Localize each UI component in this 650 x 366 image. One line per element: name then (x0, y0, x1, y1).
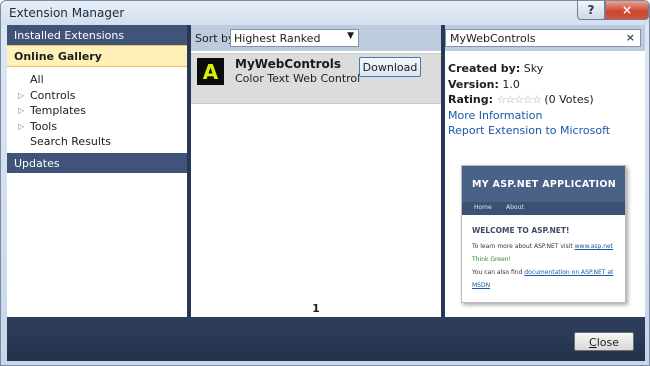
preview-body: WELCOME TO ASP.NET! To learn more about … (472, 224, 622, 292)
more-information-link[interactable]: More Information (448, 108, 642, 124)
nav-item-templates[interactable]: ▷ Templates (7, 103, 187, 119)
sort-bar: Sort by: Highest Ranked ▼ (191, 25, 441, 51)
nav-item-label: Templates (30, 104, 86, 117)
extension-name: MyWebControls (235, 57, 342, 71)
window-close-button[interactable]: × (605, 1, 649, 20)
nav-item-label: Controls (30, 88, 76, 102)
extension-list-pane: Sort by: Highest Ranked ▼ A MyWebControl… (191, 25, 441, 317)
version-row: Version: 1.0 (448, 77, 642, 93)
close-mnemonic: C (589, 336, 597, 349)
title-bar: Extension Manager ? × (1, 1, 649, 25)
extension-description: Color Text Web Control (235, 72, 361, 85)
close-label-rest: lose (596, 336, 619, 349)
preview-line-3: You can also find documentation on ASP.N… (472, 266, 622, 292)
preview-line-3-text: You can also find (472, 269, 523, 276)
search-bar: MyWebControls × (445, 25, 645, 51)
expand-icon[interactable]: ▷ (18, 88, 24, 103)
created-by-value: Sky (523, 62, 544, 75)
nav-item-label: Tools (30, 119, 58, 133)
download-button[interactable]: Download (359, 57, 421, 77)
extension-list-item[interactable]: A MyWebControls Color Text Web Control D… (191, 53, 441, 104)
rating-stars-icon: ☆☆☆☆☆ (496, 93, 542, 106)
nav-item-controls[interactable]: ▷ Controls (7, 88, 187, 104)
preview-menu: Home About (462, 202, 625, 215)
window-title: Extension Manager (9, 6, 125, 20)
nav-item-label: Search Results (30, 135, 112, 148)
nav-item-search-results[interactable]: Search Results (7, 134, 187, 150)
category-nav: Installed Extensions Online Gallery All … (7, 25, 187, 317)
details-pane: MyWebControls × Created by: Sky Version:… (445, 25, 645, 317)
preview-line-2: Think Green! (472, 256, 511, 263)
preview-welcome: WELCOME TO ASP.NET! (472, 226, 570, 235)
expand-icon[interactable]: ▷ (18, 119, 24, 134)
dropdown-arrow-icon: ▼ (347, 31, 354, 41)
nav-item-all[interactable]: All (7, 72, 187, 88)
footer-bar: Close (7, 317, 645, 361)
rating-votes: (0 Votes) (544, 93, 594, 106)
preview-line-1-text: To learn more about ASP.NET visit (472, 243, 573, 250)
help-button[interactable]: ? (577, 1, 605, 20)
extension-logo-icon: A (197, 58, 224, 85)
nav-online-gallery[interactable]: Online Gallery (7, 45, 187, 67)
created-by-row: Created by: Sky (448, 61, 642, 77)
version-label: Version: (448, 77, 499, 91)
report-extension-link[interactable]: Report Extension to Microsoft (448, 123, 642, 139)
page-number[interactable]: 1 (191, 302, 441, 315)
preview-menu-home: Home (474, 204, 492, 211)
created-by-label: Created by: (448, 62, 521, 75)
extension-manager-window: Extension Manager ? × Installed Extensio… (0, 0, 650, 366)
search-value: MyWebControls (450, 32, 536, 45)
client-area: Installed Extensions Online Gallery All … (7, 25, 645, 361)
nav-item-tools[interactable]: ▷ Tools (7, 119, 187, 135)
preview-menu-about: About (506, 204, 524, 211)
rating-row: Rating: ☆☆☆☆☆ (0 Votes) (448, 92, 642, 108)
extension-details: Created by: Sky Version: 1.0 Rating: ☆☆☆… (448, 61, 642, 139)
expand-icon[interactable]: ▷ (18, 103, 24, 118)
sort-selected-value: Highest Ranked (234, 32, 321, 45)
nav-item-label: All (30, 73, 44, 86)
nav-installed-extensions[interactable]: Installed Extensions (7, 25, 187, 45)
gallery-category-list: All ▷ Controls ▷ Templates ▷ Tools Searc… (7, 72, 187, 150)
version-value: 1.0 (502, 77, 520, 91)
search-input[interactable]: MyWebControls × (445, 29, 641, 47)
sort-dropdown[interactable]: Highest Ranked ▼ (230, 29, 359, 47)
preview-header: MY ASP.NET APPLICATION (462, 166, 625, 202)
preview-line-1: To learn more about ASP.NET visit www.as… (472, 240, 622, 253)
clear-search-icon[interactable]: × (626, 31, 635, 44)
close-button[interactable]: Close (574, 332, 634, 351)
rating-label: Rating: (448, 93, 494, 106)
nav-updates[interactable]: Updates (7, 153, 187, 173)
extension-preview-image: MY ASP.NET APPLICATION Home About WELCOM… (461, 165, 626, 303)
preview-line-1-link: www.asp.net (574, 243, 614, 250)
